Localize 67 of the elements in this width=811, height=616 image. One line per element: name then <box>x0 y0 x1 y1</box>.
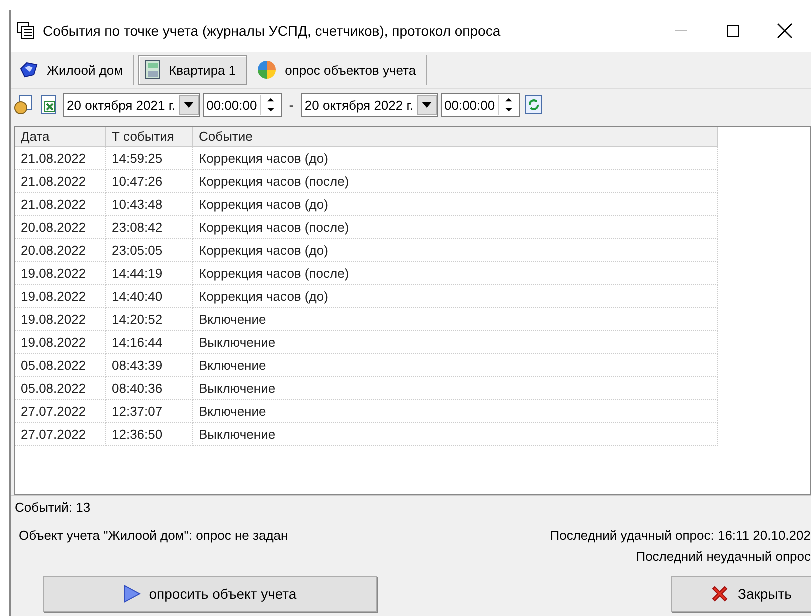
table-cell: Коррекция часов (до) <box>192 146 718 170</box>
table-cell: 14:44:19 <box>106 262 192 284</box>
table-cell: 14:59:25 <box>106 146 192 170</box>
column-header[interactable]: Дата <box>15 127 106 146</box>
table-cell: 27.07.2022 <box>15 400 106 422</box>
table-cell: 08:43:39 <box>106 354 192 376</box>
table-cell: 23:05:05 <box>106 238 192 262</box>
table-cell: 27.07.2022 <box>15 422 106 446</box>
tab[interactable]: опрос объектов учета <box>251 55 428 85</box>
event-count: Событий: 13 <box>15 500 91 514</box>
tab[interactable]: Жилоой дом <box>13 55 134 85</box>
table-cell: 19.08.2022 <box>15 330 106 354</box>
table-cell: 19.08.2022 <box>15 284 106 308</box>
table-cell: 20.08.2022 <box>15 238 106 262</box>
table-cell: 10:47:26 <box>106 170 192 192</box>
table-cell: 23:08:42 <box>106 216 192 238</box>
pie-chart-icon <box>257 60 278 80</box>
table-cell: 08:40:36 <box>106 376 192 400</box>
table-cell: 21.08.2022 <box>15 170 106 192</box>
table-cell: Коррекция часов (после) <box>192 216 718 238</box>
table-cell: 21.08.2022 <box>15 146 106 170</box>
table-cell: Выключение <box>192 376 718 400</box>
table-cell: 19.08.2022 <box>15 308 106 330</box>
table-cell: 05.08.2022 <box>15 354 106 376</box>
table-cell: 10:43:48 <box>106 192 192 216</box>
table-cell: 14:20:52 <box>106 308 192 330</box>
cross-icon <box>710 584 730 604</box>
last-success-text: Последний удачный опрос: 16:11 20.10.202 <box>550 528 811 543</box>
tab[interactable]: Квартира 1 <box>138 55 248 85</box>
table-cell: Коррекция часов (после) <box>192 170 718 192</box>
report-icon[interactable] <box>13 94 35 116</box>
blob-icon <box>19 61 39 79</box>
dropdown-icon <box>422 102 432 108</box>
poll-button[interactable]: опросить объект учета <box>43 576 377 612</box>
date-picker[interactable]: 20 октября 2022 г. <box>300 93 438 117</box>
window-title: События по точке учета (журналы УСПД, счетчиков), протокол опроса <box>43 23 502 39</box>
table-cell: 14:16:44 <box>106 330 192 354</box>
date-picker[interactable]: 20 октября 2021 г. <box>63 93 200 117</box>
table-cell: 12:36:50 <box>106 422 192 446</box>
table-cell: Включение <box>192 400 718 422</box>
table-cell: 19.08.2022 <box>15 262 106 284</box>
table-cell: Выключение <box>192 422 718 446</box>
dropdown-icon <box>184 102 194 108</box>
column-header[interactable]: Т события <box>106 127 192 146</box>
table-cell: Выключение <box>192 330 718 354</box>
poll-status-text: Объект учета "Жилоой дом": опрос не задан <box>19 528 290 543</box>
maximize-icon[interactable] <box>726 24 740 38</box>
column-header[interactable]: Событие <box>192 127 718 146</box>
last-fail-text: Последний неудачный опрос <box>636 549 811 564</box>
refresh-icon[interactable] <box>523 94 546 116</box>
table-cell: Включение <box>192 354 718 376</box>
table-cell: 12:37:07 <box>106 400 192 422</box>
table-cell: 05.08.2022 <box>15 376 106 400</box>
app-icon <box>17 22 35 40</box>
range-separator: - <box>288 97 295 113</box>
table-cell: 21.08.2022 <box>15 192 106 216</box>
play-icon <box>123 585 142 603</box>
close-icon[interactable] <box>777 23 793 39</box>
meter-icon <box>145 60 162 80</box>
close-button[interactable]: Закрыть <box>671 576 811 612</box>
table-cell: 14:40:40 <box>106 284 192 308</box>
table-cell: Коррекция часов (до) <box>192 238 718 262</box>
table-cell: Включение <box>192 308 718 330</box>
table-cell: 20.08.2022 <box>15 216 106 238</box>
table-cell: Коррекция часов (до) <box>192 284 718 308</box>
table-cell: Коррекция часов (после) <box>192 262 718 284</box>
table-cell: Коррекция часов (до) <box>192 192 718 216</box>
